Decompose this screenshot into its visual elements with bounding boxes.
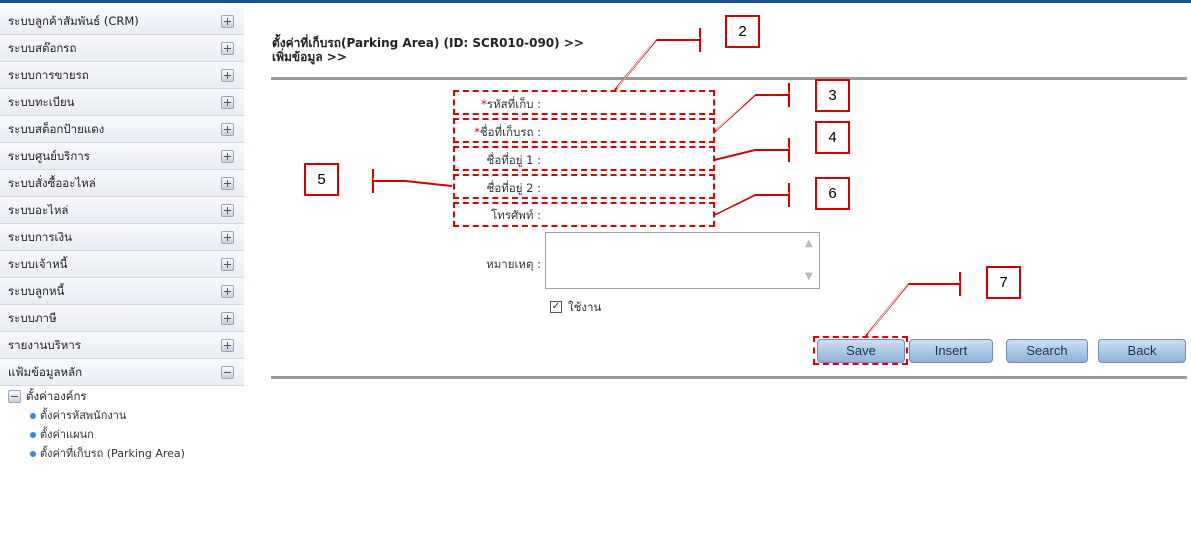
sidebar-item-registration[interactable]: ระบบทะเบียน [0,89,244,116]
sidebar-item-service-center[interactable]: ระบบศูนย์บริการ [0,143,244,170]
expand-icon[interactable] [221,69,234,82]
insert-button[interactable]: Insert [909,339,993,363]
expand-icon[interactable] [221,123,234,136]
page-title-line-2: เพิ่มข้อมูล >> [272,50,347,64]
sidebar-subitem-label: ตั้งค่าที่เก็บรถ (Parking Area) [40,447,185,460]
page-title: ตั้งค่าที่เก็บรถ(Parking Area) (ID: SCR0… [272,36,584,64]
expand-icon[interactable] [221,150,234,163]
sidebar-item-management-reports[interactable]: รายงานบริหาร [0,332,244,359]
expand-icon[interactable] [221,96,234,109]
sidebar-subgroup-label: ตั้งค่าองค์กร [26,389,87,403]
active-checkbox[interactable]: ✓ [550,301,562,313]
sidebar-item-label: ระบบการขายรถ [8,68,89,82]
sidebar-item-label: ระบบสั่งซื้ออะไหล่ [8,176,96,190]
annotation-callout-7: 7 [986,266,1021,299]
sidebar-item-label: รายงานบริหาร [8,338,81,352]
expand-icon[interactable] [221,177,234,190]
collapse-icon[interactable] [8,390,21,403]
search-button[interactable]: Search [1006,339,1088,363]
sidebar-item-master-data[interactable]: แฟ้มข้อมูลหลัก [0,359,244,386]
sidebar-item-label: ระบบลูกค้าสัมพันธ์ (CRM) [8,14,139,28]
sidebar-item-crm[interactable]: ระบบลูกค้าสัมพันธ์ (CRM) [0,8,244,35]
expand-icon[interactable] [221,339,234,352]
remark-label: หมายเหตุ : [486,257,541,271]
sidebar-item-label: ระบบศูนย์บริการ [8,149,90,163]
highlight-parking-code [453,90,715,115]
annotation-callout-2: 2 [725,15,760,48]
sidebar-item-label: ระบบสต๊อกรถ [8,41,77,55]
annotation-callout-3: 3 [815,79,850,112]
sidebar-subgroup-organization[interactable]: ตั้งค่าองค์กร [0,386,244,406]
sidebar-item-label: ระบบอะไหล่ [8,203,69,217]
back-button[interactable]: Back [1098,339,1186,363]
sidebar-item-tax[interactable]: ระบบภาษี [0,305,244,332]
sidebar-item-receivables[interactable]: ระบบลูกหนี้ [0,278,244,305]
sidebar-item-car-sales[interactable]: ระบบการขายรถ [0,62,244,89]
highlight-address1 [453,146,715,171]
scroll-up-icon[interactable]: ▲ [805,239,815,249]
expand-icon[interactable] [221,312,234,325]
highlight-parking-name [453,118,715,143]
sidebar-item-finance[interactable]: ระบบการเงิน [0,224,244,251]
expand-icon[interactable] [221,204,234,217]
top-border [0,0,1191,3]
expand-icon[interactable] [221,285,234,298]
bullet-icon [30,451,36,457]
sidebar-item-payables[interactable]: ระบบเจ้าหนี้ [0,251,244,278]
sidebar-item-label: แฟ้มข้อมูลหลัก [8,365,83,379]
remark-textarea[interactable]: ▲ ▼ [545,232,820,289]
expand-icon[interactable] [221,42,234,55]
sidebar-item-car-stock[interactable]: ระบบสต๊อกรถ [0,35,244,62]
bullet-icon [30,432,36,438]
highlight-save [813,336,908,365]
expand-icon[interactable] [221,258,234,271]
sidebar-item-label: ระบบเจ้าหนี้ [8,257,68,271]
annotation-callout-5: 5 [304,163,339,196]
screen: ระบบลูกค้าสัมพันธ์ (CRM) ระบบสต๊อกรถ ระบ… [0,0,1191,553]
expand-icon[interactable] [221,231,234,244]
highlight-address2 [453,174,715,199]
sidebar-subitem-department[interactable]: ตั้งค่าแผนก [0,425,244,444]
page-title-line-1: ตั้งค่าที่เก็บรถ(Parking Area) (ID: SCR0… [272,36,584,50]
active-checkbox-label: ใช้งาน [568,300,602,314]
sidebar-subitem-label: ตั้งค่าแผนก [40,428,94,441]
highlight-phone [453,202,715,227]
bullet-icon [30,413,36,419]
sidebar-subitem-parking-area[interactable]: ตั้งค่าที่เก็บรถ (Parking Area) [0,444,244,463]
sidebar-item-parts[interactable]: ระบบอะไหล่ [0,197,244,224]
bottom-divider [271,376,1187,379]
expand-icon[interactable] [221,15,234,28]
annotation-callout-4: 4 [815,121,850,154]
sidebar-item-label: ระบบสต็อกป้ายแดง [8,122,105,136]
sidebar-item-red-plate-stock[interactable]: ระบบสต็อกป้ายแดง [0,116,244,143]
collapse-icon[interactable] [221,366,234,379]
sidebar-item-parts-order[interactable]: ระบบสั่งซื้ออะไหล่ [0,170,244,197]
sidebar-item-label: ระบบภาษี [8,311,57,325]
sidebar-subitem-label: ตั้งค่ารหัสพนักงาน [40,409,127,422]
annotation-callout-6: 6 [815,177,850,210]
sidebar-item-label: ระบบลูกหนี้ [8,284,65,298]
sidebar-item-label: ระบบการเงิน [8,230,72,244]
sidebar-item-label: ระบบทะเบียน [8,95,75,109]
sidebar: ระบบลูกค้าสัมพันธ์ (CRM) ระบบสต๊อกรถ ระบ… [0,8,244,463]
scroll-down-icon[interactable]: ▼ [805,272,815,282]
sidebar-subitem-employee-code[interactable]: ตั้งค่ารหัสพนักงาน [0,406,244,425]
top-divider [271,77,1187,80]
